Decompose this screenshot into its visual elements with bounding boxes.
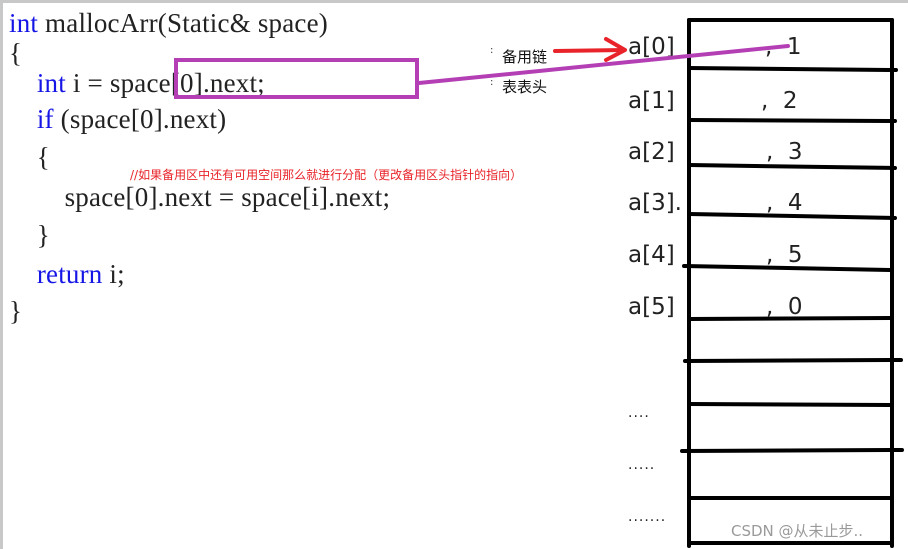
- cell-divider: [687, 212, 897, 220]
- diagram-shapes: [417, 18, 904, 548]
- red-arrow-icon: [553, 37, 627, 62]
- cell-divider: [687, 66, 898, 72]
- cell-divider: [687, 118, 897, 123]
- cell-divider: [687, 163, 897, 170]
- cell-divider: [680, 448, 904, 453]
- cell-divider: [687, 402, 893, 407]
- watermark: CSDN @从未止步..: [731, 522, 864, 540]
- diagram-canvas: int mallocArr(Static& space) { int i = s…: [0, 0, 908, 549]
- cell-divider: [687, 316, 893, 321]
- cell-divider: [682, 264, 893, 272]
- cell-divider: [683, 358, 903, 363]
